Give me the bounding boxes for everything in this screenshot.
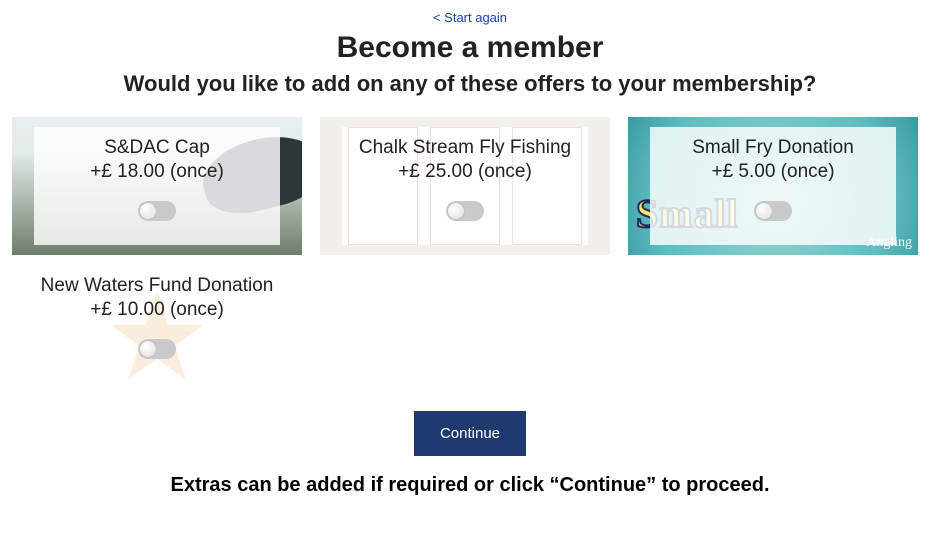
continue-button[interactable]: Continue [414, 411, 526, 456]
offers-grid: S&DAC Cap +£ 18.00 (once) Chalk Stream F… [0, 117, 940, 393]
offer-card-book: Chalk Stream Fly Fishing +£ 25.00 (once) [320, 117, 610, 255]
offer-card-smallfry: SmallAngling Small Fry Donation +£ 5.00 … [628, 117, 918, 255]
offer-title: Small Fry Donation [650, 137, 896, 159]
offer-card-newwaters: ★ New Waters Fund Donation +£ 10.00 (onc… [12, 255, 302, 393]
offer-toggle[interactable] [138, 339, 176, 359]
footer-note: Extras can be added if required or click… [0, 474, 940, 497]
offer-title: Chalk Stream Fly Fishing [342, 137, 588, 159]
start-again-link[interactable]: < Start again [433, 10, 507, 25]
offer-card-cap: S&DAC Cap +£ 18.00 (once) [12, 117, 302, 255]
offer-toggle[interactable] [754, 201, 792, 221]
offer-title: S&DAC Cap [34, 137, 280, 159]
page-subtitle: Would you like to add on any of these of… [0, 71, 940, 97]
offer-price: +£ 10.00 (once) [34, 299, 280, 321]
offer-toggle[interactable] [138, 201, 176, 221]
page-title: Become a member [0, 31, 940, 65]
offer-price: +£ 5.00 (once) [650, 161, 896, 183]
offer-title: New Waters Fund Donation [34, 275, 280, 297]
offer-price: +£ 25.00 (once) [342, 161, 588, 183]
offer-toggle[interactable] [446, 201, 484, 221]
offer-price: +£ 18.00 (once) [34, 161, 280, 183]
